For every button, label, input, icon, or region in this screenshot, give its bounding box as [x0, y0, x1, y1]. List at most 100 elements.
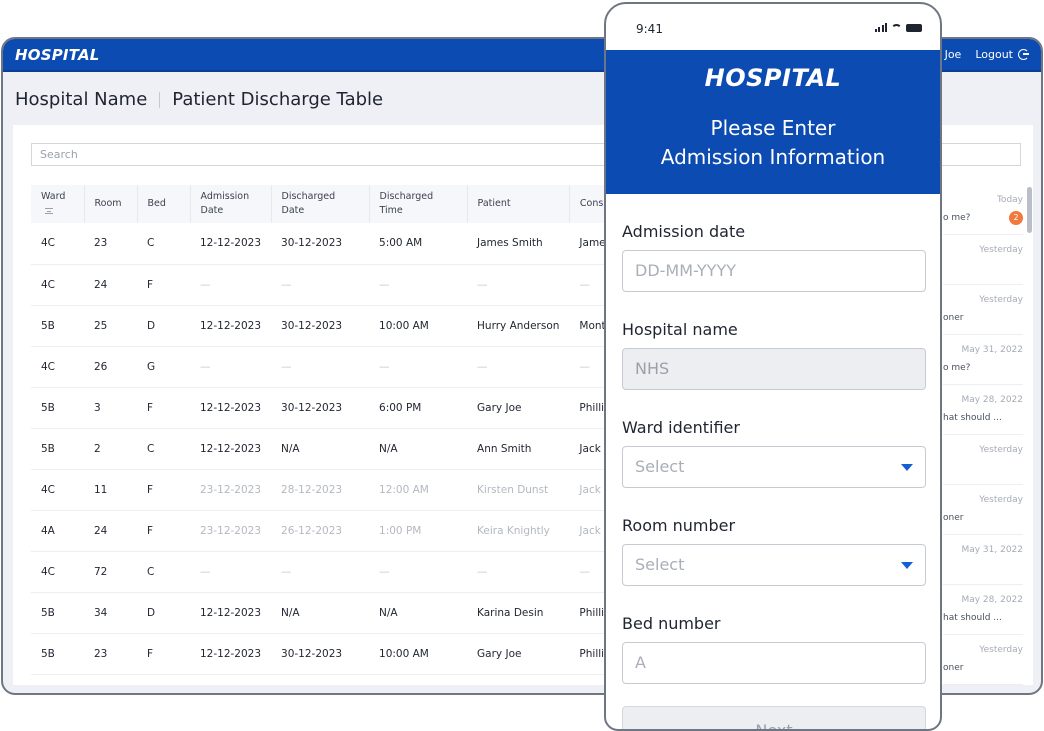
table-row[interactable]: 4C 23 C 12-12-2023 30-12-2023 5:00 AM James Sm… [31, 223, 642, 265]
table-cell: 4C [31, 551, 84, 593]
unread-badge: 2 [1009, 211, 1023, 225]
table-body: 4C 23 C 12-12-2023 30-12-2023 5:00 AM James Sm… [31, 223, 642, 675]
table-cell: N/A [369, 592, 468, 634]
admission-date-label: Admission date [622, 222, 746, 241]
table-cell: Gary Joe [467, 387, 570, 429]
message-item[interactable]: Today o me? 2 [943, 185, 1023, 235]
table-row[interactable]: 4C 11 F 23-12-2023 28-12-2023 12:00 AM Kirsten… [31, 469, 642, 511]
signal-icon [874, 23, 887, 32]
table-row[interactable]: 4C 24 F — — — — — [31, 264, 642, 306]
table-cell: 12-12-2023 [190, 428, 272, 470]
message-preview: oner [943, 663, 964, 673]
table-cell: 4C [31, 223, 84, 265]
table-cell: 12-12-2023 [190, 633, 272, 675]
next-button[interactable]: Next [622, 706, 926, 729]
table-cell: Kirsten Dunst [467, 469, 570, 511]
ward-identifier-label: Ward identifier [622, 418, 740, 437]
message-time: May 31, 2022 [961, 545, 1023, 555]
message-item[interactable]: May 28, 2022 hat should ... [943, 585, 1023, 635]
wifi-icon [891, 24, 902, 32]
phone-logo: HOSPITAL [704, 64, 842, 92]
message-time: Yesterday [979, 445, 1023, 455]
filter-icon[interactable] [45, 207, 53, 214]
message-item[interactable]: May 31, 2022 [943, 535, 1023, 585]
logout-label: Logout [975, 48, 1013, 61]
table-cell: 28-12-2023 [271, 469, 370, 511]
table-row[interactable]: 5B 34 D 12-12-2023 N/A N/A Karina Desin Phillip… [31, 592, 642, 634]
table-cell: 4C [31, 264, 84, 306]
column-header-ward[interactable]: Ward [31, 185, 85, 223]
message-item[interactable]: Yesterday oner [943, 285, 1023, 335]
table-cell: — [369, 346, 468, 388]
table-cell: C [137, 551, 190, 593]
hospital-name-field: NHS [622, 348, 926, 390]
message-time: May 31, 2022 [961, 345, 1023, 355]
table-cell: — [271, 346, 370, 388]
column-header-discharged-time[interactable]: Discharged Time [369, 185, 468, 223]
table-cell: 12-12-2023 [190, 592, 272, 634]
message-item[interactable]: Yesterday oner [943, 635, 1023, 685]
table-row[interactable]: 5B 3 F 12-12-2023 30-12-2023 6:00 PM Gary Joe P… [31, 387, 642, 429]
table-cell: D [137, 592, 190, 634]
column-header-bed[interactable]: Bed [137, 185, 191, 223]
bed-number-label: Bed number [622, 614, 721, 633]
table-cell: 5B [31, 428, 84, 470]
message-list: Today o me? 2 Yesterday Yesterday oner May 31,… [943, 185, 1023, 685]
room-number-select[interactable]: Select [622, 544, 926, 586]
table-cell: Keira Knightly [467, 510, 570, 552]
column-header-patient[interactable]: Patient [467, 185, 570, 223]
table-cell: 5B [31, 592, 84, 634]
message-item[interactable]: Yesterday [943, 435, 1023, 485]
table-cell: 1:00 PM [369, 510, 468, 552]
table-cell: F [137, 387, 190, 429]
table-cell: 5B [31, 305, 84, 347]
message-item[interactable]: Yesterday oner [943, 485, 1023, 535]
phone-frame: 9:41 HOSPITAL Please Enter Admission Inf… [604, 2, 942, 731]
table-header-row: Ward Room Bed Admission Date Discharged … [31, 185, 643, 223]
column-header-admission-date[interactable]: Admission Date [190, 185, 272, 223]
table-cell: — [271, 551, 370, 593]
table-cell: 34 [84, 592, 137, 634]
table-row[interactable]: 4C 72 C — — — — — [31, 551, 642, 593]
table-cell: — [467, 264, 570, 306]
table-cell: 12-12-2023 [190, 387, 272, 429]
room-number-value: Select [635, 555, 685, 574]
table-row[interactable]: 4A 24 F 23-12-2023 26-12-2023 1:00 PM Keira Kn… [31, 510, 642, 552]
chevron-down-icon [901, 464, 913, 471]
column-header-discharged-date[interactable]: Discharged Date [271, 185, 370, 223]
message-item[interactable]: Yesterday [943, 235, 1023, 285]
message-scrollbar[interactable] [1027, 187, 1032, 233]
phone-title-line-1: Please Enter [710, 116, 836, 140]
message-item[interactable]: May 31, 2022 o me? [943, 335, 1023, 385]
discharge-table: Ward Room Bed Admission Date Discharged … [31, 185, 643, 675]
battery-icon [906, 24, 922, 32]
bed-number-field[interactable]: A [622, 642, 926, 684]
table-cell: 23 [84, 223, 137, 265]
table-row[interactable]: 5B 2 C 12-12-2023 N/A N/A Ann Smith Jack We [31, 428, 642, 470]
table-cell: Ann Smith [467, 428, 570, 470]
table-cell: 5B [31, 387, 84, 429]
message-time: Yesterday [979, 245, 1023, 255]
table-cell: 3 [84, 387, 137, 429]
ward-identifier-select[interactable]: Select [622, 446, 926, 488]
table-cell: 2 [84, 428, 137, 470]
table-cell: N/A [271, 592, 370, 634]
table-row[interactable]: 5B 23 F 12-12-2023 30-12-2023 10:00 AM Gary Jo… [31, 633, 642, 675]
phone-title: Please Enter Admission Information [606, 114, 940, 172]
user-name[interactable]: Joe [945, 48, 962, 61]
admission-date-field[interactable]: DD-MM-YYYY [622, 250, 926, 292]
page-title: Patient Discharge Table [172, 89, 384, 110]
page-heading: Hospital Name Patient Discharge Table [15, 89, 383, 110]
table-cell: Karina Desin [467, 592, 570, 634]
logout-button[interactable]: Logout [975, 48, 1029, 61]
table-cell: 26 [84, 346, 137, 388]
table-cell: 24 [84, 264, 137, 306]
message-time: May 28, 2022 [961, 595, 1023, 605]
table-row[interactable]: 5B 25 D 12-12-2023 30-12-2023 10:00 AM Hurry A… [31, 305, 642, 347]
message-item[interactable]: May 28, 2022 hat should ... [943, 385, 1023, 435]
table-cell: 12-12-2023 [190, 223, 272, 265]
table-cell: Gary Joe [467, 633, 570, 675]
table-row[interactable]: 4C 26 G — — — — — [31, 346, 642, 388]
room-number-label: Room number [622, 516, 736, 535]
column-header-room[interactable]: Room [84, 185, 138, 223]
